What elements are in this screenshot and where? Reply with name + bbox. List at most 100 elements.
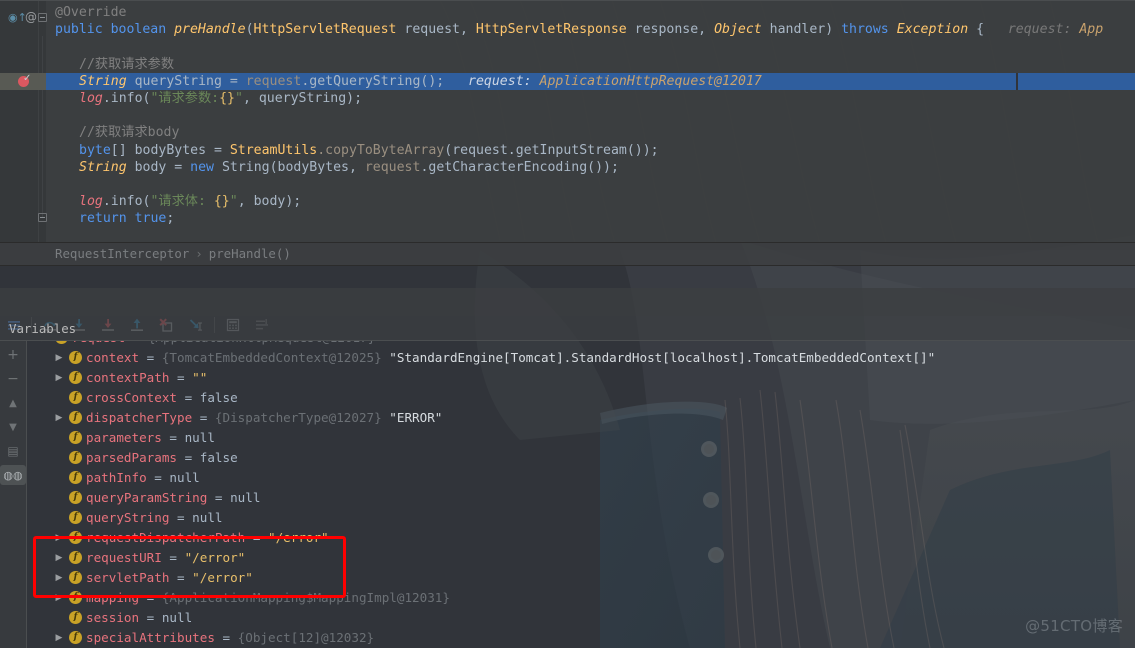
code-line[interactable]: [0, 107, 1135, 124]
variable-row[interactable]: f parameters = null: [27, 428, 1135, 448]
variable-text: session = null: [86, 608, 192, 628]
variable-value: null: [161, 610, 193, 625]
code-token: Exception: [896, 22, 969, 38]
variable-row[interactable]: f parsedParams = false: [27, 448, 1135, 468]
variable-text: queryParamString = null: [86, 488, 260, 508]
annotation-icon[interactable]: @: [25, 10, 37, 24]
field-icon: f: [69, 571, 82, 584]
code-line[interactable]: [0, 228, 1135, 243]
expand-arrow-icon[interactable]: ▶: [54, 368, 64, 388]
add-watch-icon[interactable]: +: [0, 345, 26, 365]
code-line[interactable]: @Override: [0, 4, 1135, 21]
variable-equals: =: [139, 610, 162, 625]
variable-row[interactable]: ▶ f mapping = {ApplicationMapping$MappingI…: [27, 588, 1135, 608]
expand-arrow-icon[interactable]: ▶: [54, 568, 64, 588]
variable-value: null: [230, 490, 261, 505]
code-line[interactable]: byte[] bodyBytes = StreamUtils.copyToByt…: [0, 142, 1135, 159]
breadcrumb-class[interactable]: RequestInterceptor: [55, 246, 189, 261]
field-icon: f: [69, 431, 82, 444]
variable-equals: =: [207, 490, 231, 505]
field-icon: f: [69, 531, 82, 544]
variables-tree[interactable]: ▶ f request = {ApplicationHttpRequest@1201…: [27, 341, 1135, 648]
variable-row[interactable]: ▶ f contextPath = "": [27, 368, 1135, 388]
code-line[interactable]: [0, 38, 1135, 55]
code-token: byte: [79, 142, 111, 158]
code-token: {}: [219, 91, 235, 106]
expand-arrow-icon[interactable]: ▶: [54, 408, 64, 428]
expand-arrow-icon[interactable]: ▶: [54, 588, 64, 608]
breakpoint-icon[interactable]: ✓: [18, 73, 31, 87]
code-line[interactable]: return true;: [0, 210, 1135, 227]
expand-arrow-icon[interactable]: ▶: [54, 548, 64, 568]
variable-equals: =: [161, 430, 185, 445]
code-token: queryString =: [126, 73, 246, 89]
variable-row[interactable]: f queryString = null: [27, 508, 1135, 528]
code-line[interactable]: log.info("请求体: {}", body);: [0, 193, 1135, 210]
variable-text: parsedParams = false: [86, 448, 238, 468]
variable-text: contextPath = "": [86, 368, 207, 388]
variable-row[interactable]: f pathInfo = null: [27, 468, 1135, 488]
inspect-icon[interactable]: ◍◍: [0, 465, 26, 485]
variable-name: queryString: [86, 510, 170, 525]
override-method-icon[interactable]: ◉↑: [8, 11, 27, 24]
variable-value: "/error": [267, 530, 329, 545]
debugger-toolbar[interactable]: [0, 288, 1135, 333]
code-token: StreamUtils: [229, 142, 318, 158]
code-line[interactable]: //获取请求body: [0, 124, 1135, 141]
code-line[interactable]: String body = new String(bodyBytes, requ…: [0, 159, 1135, 176]
breadcrumb[interactable]: RequestInterceptor › preHandle(): [0, 243, 1135, 265]
fold-collapse-icon-top[interactable]: [38, 13, 47, 22]
code-line[interactable]: //获取请求参数: [0, 56, 1135, 73]
code-token: {: [968, 22, 985, 38]
code-lines: @Override public boolean preHandle(HttpSe…: [0, 0, 1135, 243]
code-line[interactable]: public boolean preHandle(HttpServletRequ…: [0, 21, 1135, 38]
code-token: throws: [841, 22, 897, 38]
code-line[interactable]: [0, 176, 1135, 193]
expand-arrow-icon[interactable]: ▶: [40, 341, 50, 348]
fold-collapse-icon-bottom[interactable]: [38, 213, 47, 222]
variable-row[interactable]: f session = null: [27, 608, 1135, 628]
variable-reference: {TomcatEmbeddedContext@12025}: [161, 350, 390, 365]
code-token: App: [1079, 22, 1104, 38]
copy-value-icon[interactable]: ▤: [0, 441, 26, 461]
code-line[interactable]: String queryString = request.getQueryStr…: [0, 73, 1135, 90]
variable-row[interactable]: ▶ f request = {ApplicationHttpRequest@1201…: [27, 341, 1135, 348]
window-top-edge: [0, 0, 1135, 1]
move-down-icon[interactable]: ▼: [0, 417, 26, 437]
variable-name: queryParamString: [86, 490, 208, 505]
variable-row[interactable]: ▶ f servletPath = "/error": [27, 568, 1135, 588]
variable-equals: =: [245, 530, 268, 545]
variable-name: requestDispatcherPath: [86, 530, 246, 545]
code-token: request:: [984, 22, 1080, 38]
variable-reference: {ApplicationMapping$MappingImpl@12031}: [161, 590, 450, 605]
remove-watch-icon[interactable]: −: [0, 369, 26, 389]
code-token: true: [134, 211, 167, 227]
variable-row[interactable]: ▶ f dispatcherType = {DispatcherType@12027…: [27, 408, 1135, 428]
variable-text: servletPath = "/error": [86, 568, 253, 588]
variable-value: null: [192, 510, 223, 525]
code-token: log: [79, 91, 103, 106]
variable-name: session: [86, 610, 140, 625]
debugger-left-toolbar[interactable]: + − ▲ ▼ ▤ ◍◍: [0, 341, 26, 648]
code-token: [] bodyBytes =: [110, 142, 230, 158]
expand-arrow-icon[interactable]: ▶: [54, 628, 64, 648]
code-line[interactable]: log.info("请求参数:{}", queryString);: [0, 90, 1135, 107]
variable-row[interactable]: ▶ f requestURI = "/error": [27, 548, 1135, 568]
move-up-icon[interactable]: ▲: [0, 393, 26, 413]
expand-arrow-icon[interactable]: ▶: [54, 528, 64, 548]
variable-text: queryString = null: [86, 508, 223, 528]
variable-row[interactable]: ▶ f context = {TomcatEmbeddedContext@12025…: [27, 348, 1135, 368]
code-token: @Override: [55, 5, 127, 20]
code-editor[interactable]: ◉↑ @ @Override public boolean preHandle(H…: [0, 0, 1135, 243]
variable-row[interactable]: f crossContext = false: [27, 388, 1135, 408]
expand-arrow-icon[interactable]: ▶: [54, 348, 64, 368]
variable-name: specialAttributes: [86, 630, 215, 645]
ide-window: ◉↑ @ @Override public boolean preHandle(H…: [0, 0, 1135, 648]
variable-row[interactable]: f queryParamString = null: [27, 488, 1135, 508]
variable-row[interactable]: ▶ f specialAttributes = {Object[12]@12032}: [27, 628, 1135, 648]
breadcrumb-method[interactable]: preHandle(): [209, 246, 291, 261]
code-token: (request.getInputStream());: [444, 142, 659, 158]
variable-text: specialAttributes = {Object[12]@12032}: [86, 628, 374, 648]
variable-reference: {Object[12]@12032}: [237, 630, 375, 645]
variable-row[interactable]: ▶ f requestDispatcherPath = "/error": [27, 528, 1135, 548]
